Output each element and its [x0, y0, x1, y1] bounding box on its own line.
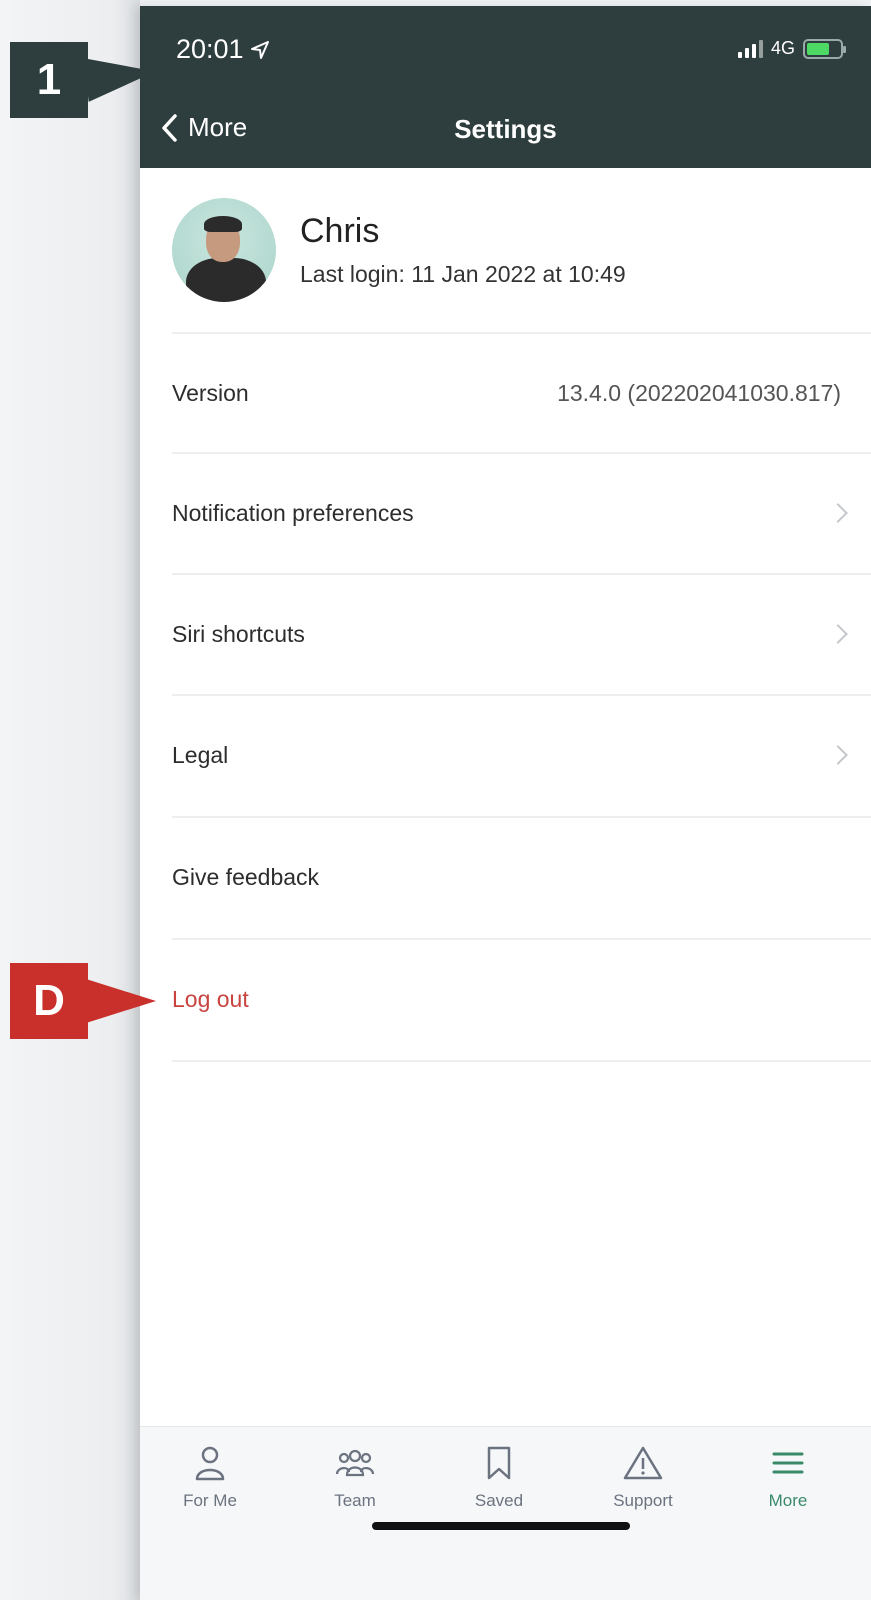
- callout-d-arrow: [86, 979, 156, 1023]
- tab-label: More: [768, 1491, 808, 1510]
- chevron-right-icon: [828, 624, 848, 644]
- home-indicator[interactable]: [372, 1522, 630, 1530]
- chevron-right-icon: [828, 503, 848, 523]
- tab-team[interactable]: Team: [295, 1445, 415, 1511]
- profile-name: Chris: [300, 212, 380, 250]
- give-feedback-label: Give feedback: [172, 863, 320, 890]
- callout-1-arrow: [83, 49, 159, 102]
- network-type: 4G: [770, 38, 795, 58]
- last-login-text: Last login: 11 Jan 2022 at 10:49: [300, 261, 626, 287]
- page-title: Settings: [454, 114, 557, 144]
- siri-shortcuts-label: Siri shortcuts: [172, 620, 305, 647]
- tab-saved[interactable]: Saved: [439, 1445, 559, 1511]
- header-bar: 20:01 4G More Settings: [140, 6, 871, 168]
- callout-d: D: [10, 963, 88, 1039]
- tab-more[interactable]: More: [728, 1445, 848, 1511]
- warning-icon: [623, 1446, 663, 1480]
- siri-shortcuts-row[interactable]: Siri shortcuts: [172, 573, 871, 693]
- location-arrow-icon: [250, 40, 269, 59]
- version-row: Version 13.4.0 (202202041030.817): [172, 332, 871, 452]
- divider: [172, 1060, 871, 1062]
- log-out-label: Log out: [172, 985, 249, 1012]
- version-label: Version: [172, 379, 249, 406]
- profile-card: Chris Last login: 11 Jan 2022 at 10:49: [172, 198, 626, 302]
- chevron-right-icon: [828, 745, 848, 765]
- tab-support[interactable]: Support: [583, 1445, 703, 1511]
- tab-label: Team: [334, 1491, 376, 1510]
- status-indicators: 4G: [737, 38, 846, 59]
- legal-label: Legal: [172, 741, 229, 768]
- tab-for-me[interactable]: For Me: [150, 1445, 270, 1511]
- give-feedback-row[interactable]: Give feedback: [172, 816, 871, 936]
- avatar: [172, 198, 276, 302]
- time-text: 20:01: [176, 34, 244, 64]
- person-icon: [195, 1446, 225, 1481]
- notification-preferences-label: Notification preferences: [172, 499, 414, 526]
- phone-screen: 20:01 4G More Settings Chris Last login:…: [140, 6, 871, 1600]
- background-gutter: [0, 0, 140, 1600]
- status-time: 20:01: [176, 34, 270, 65]
- callout-1: 1: [10, 42, 88, 118]
- legal-row[interactable]: Legal: [172, 694, 871, 814]
- bookmark-icon: [487, 1446, 511, 1480]
- menu-icon: [772, 1452, 804, 1474]
- version-value: 13.4.0 (202202041030.817): [557, 379, 841, 406]
- tab-bar: For Me Team Saved Support More: [140, 1426, 871, 1600]
- notification-preferences-row[interactable]: Notification preferences: [172, 452, 871, 572]
- team-icon: [335, 1449, 375, 1477]
- tab-label: Support: [613, 1491, 673, 1510]
- battery-icon: [803, 38, 846, 59]
- tab-label: Saved: [474, 1491, 524, 1510]
- log-out-row[interactable]: Log out: [172, 938, 871, 1058]
- tab-label: For Me: [183, 1491, 237, 1510]
- signal-icon: [737, 39, 763, 58]
